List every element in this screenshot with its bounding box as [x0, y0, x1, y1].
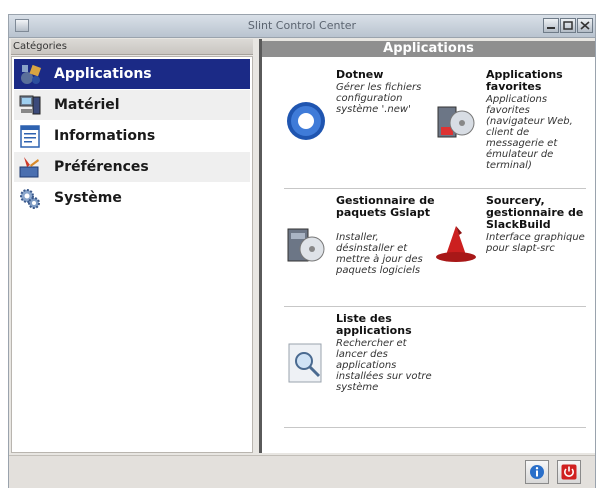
app-description: Interface graphique pour slapt-src	[486, 232, 585, 254]
close-icon	[580, 21, 590, 30]
app-favorites[interactable]: Applications favorites Applications favo…	[434, 69, 584, 189]
app-name: Gestionnaire de paquets Gslapt	[336, 194, 435, 219]
system-gear-icon	[20, 189, 40, 209]
row-divider	[284, 427, 586, 428]
minimize-icon	[547, 27, 555, 29]
sidebar-item-applications[interactable]: Applications	[14, 59, 250, 89]
preferences-icon	[19, 157, 39, 178]
content-header: Applications	[262, 41, 595, 57]
app-name: Dotnew	[336, 68, 384, 81]
application-list-icon	[288, 343, 322, 383]
row-divider	[284, 188, 586, 189]
window-title: Slint Control Center	[247, 19, 357, 32]
dotnew-icon	[287, 102, 325, 140]
sidebar-item-label: Applications	[54, 66, 152, 82]
wizard-hat-icon	[436, 226, 476, 262]
sidebar-item-preferences[interactable]: Préférences	[14, 152, 250, 182]
sidebar-item-label: Informations	[54, 128, 156, 144]
content-panel: Applications Dotnew Gérer les fichiers c…	[259, 39, 595, 453]
app-dotnew[interactable]: Dotnew Gérer les fichiers configuration …	[284, 69, 434, 179]
bottom-toolbar	[9, 455, 595, 488]
close-button[interactable]	[577, 18, 593, 33]
categories-panel: Catégories Applications Matériel Informa…	[11, 39, 253, 453]
about-button[interactable]	[525, 460, 549, 484]
app-list[interactable]: Liste des applications Rechercher et lan…	[284, 313, 434, 423]
minimize-button[interactable]	[543, 18, 559, 33]
app-name: Applications favorites	[486, 68, 563, 93]
app-name: Liste des applications	[336, 312, 412, 337]
app-gslapt[interactable]: Gestionnaire de paquets Gslapt Installer…	[284, 194, 435, 305]
quit-button[interactable]	[557, 460, 581, 484]
sidebar-item-label: Matériel	[54, 97, 120, 113]
maximize-button[interactable]	[560, 18, 576, 33]
package-manager-icon	[287, 228, 325, 262]
sidebar-item-materiel[interactable]: Matériel	[14, 90, 250, 120]
applications-icon	[21, 64, 42, 84]
favorite-apps-icon	[437, 106, 475, 138]
hardware-icon	[19, 95, 41, 115]
sidebar-item-label: Préférences	[54, 159, 149, 175]
sidebar-item-informations[interactable]: Informations	[14, 121, 250, 151]
app-description: Installer, désinstaller et mettre à jour…	[336, 232, 423, 276]
sidebar-item-systeme[interactable]: Système	[14, 183, 250, 213]
control-center-window: Slint Control Center Catégories Applicat…	[8, 14, 596, 488]
row-divider	[284, 306, 586, 307]
power-icon	[561, 464, 577, 480]
category-list: Applications Matériel Informations Préfé…	[11, 56, 253, 453]
app-description: Applications favorites (navigateur Web, …	[486, 94, 573, 171]
maximize-icon	[563, 21, 573, 30]
applications-grid: Dotnew Gérer les fichiers configuration …	[262, 57, 595, 453]
info-icon	[530, 465, 544, 479]
sidebar-item-label: Système	[54, 190, 122, 206]
app-description: Rechercher et lancer des applications in…	[336, 338, 432, 393]
app-sourcery[interactable]: Sourcery, gestionnaire de SlackBuild Int…	[434, 194, 585, 305]
app-name: Sourcery, gestionnaire de SlackBuild	[486, 194, 584, 231]
information-icon	[20, 125, 40, 148]
title-bar: Slint Control Center	[9, 15, 595, 38]
categories-header: Catégories	[11, 39, 253, 55]
app-description: Gérer les fichiers configuration système…	[336, 82, 422, 115]
